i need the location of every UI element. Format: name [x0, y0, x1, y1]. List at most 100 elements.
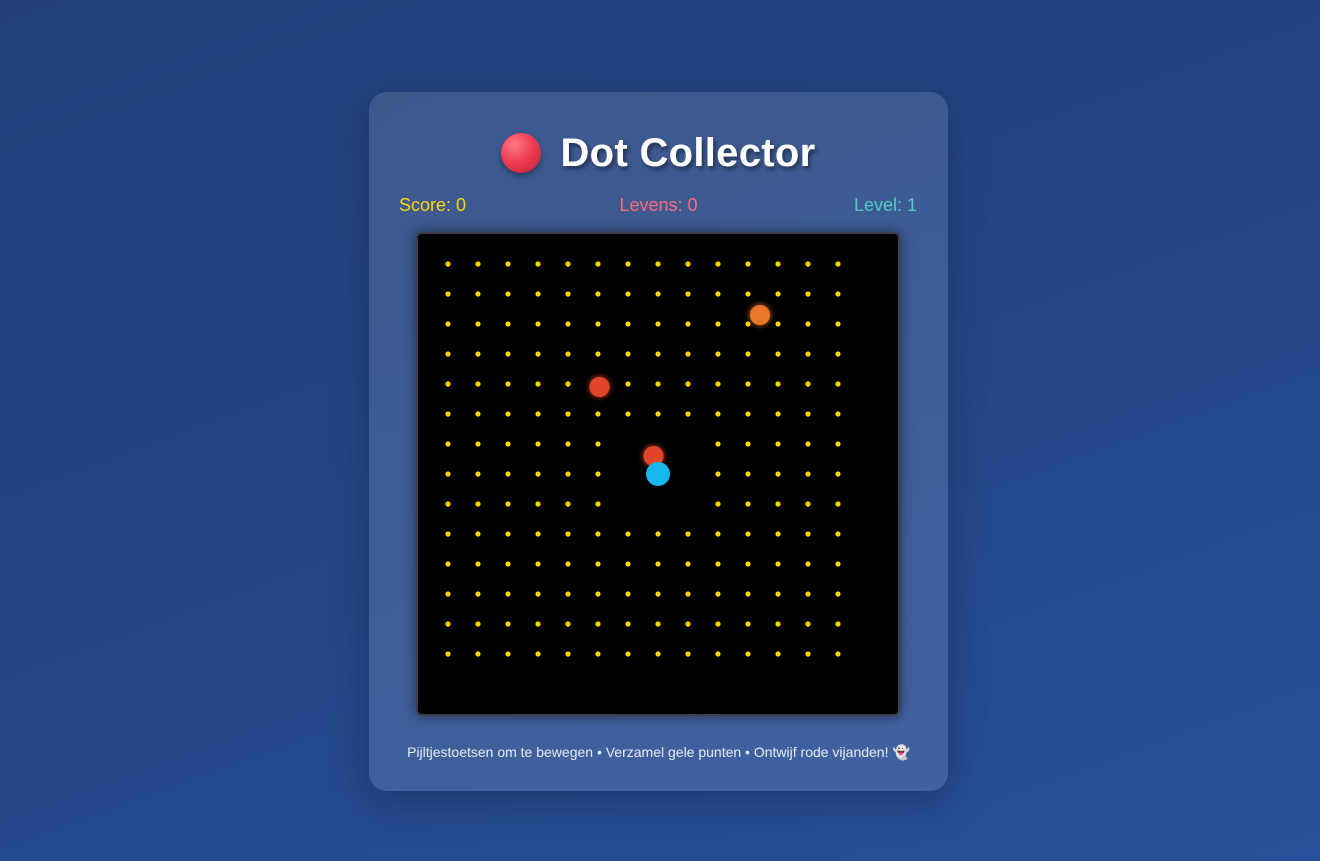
collectible-dot [535, 351, 541, 357]
collectible-dot [505, 621, 511, 627]
collectible-dot [835, 291, 841, 297]
collectible-dot [685, 261, 691, 267]
collectible-dot [505, 471, 511, 477]
collectible-dot [595, 561, 601, 567]
collectible-dot [835, 441, 841, 447]
collectible-dot [445, 591, 451, 597]
collectible-dot [475, 291, 481, 297]
collectible-dot [475, 471, 481, 477]
collectible-dot [715, 291, 721, 297]
collectible-dot [685, 351, 691, 357]
collectible-dot [475, 531, 481, 537]
collectible-dot [625, 261, 631, 267]
collectible-dot [685, 591, 691, 597]
collectible-dot [445, 471, 451, 477]
collectible-dot [685, 621, 691, 627]
collectible-dot [715, 531, 721, 537]
collectible-dot [625, 561, 631, 567]
collectible-dot [715, 261, 721, 267]
collectible-dot [505, 531, 511, 537]
collectible-dot [445, 291, 451, 297]
collectible-dot [655, 561, 661, 567]
collectible-dot [505, 591, 511, 597]
collectible-dot [685, 291, 691, 297]
player [646, 462, 670, 486]
collectible-dot [445, 501, 451, 507]
collectible-dot [745, 501, 751, 507]
collectible-dot [535, 261, 541, 267]
game-board[interactable] [416, 232, 900, 716]
collectible-dot [505, 441, 511, 447]
collectible-dot [445, 261, 451, 267]
collectible-dot [445, 411, 451, 417]
collectible-dot [835, 411, 841, 417]
collectible-dot [835, 261, 841, 267]
red-ball-icon [501, 133, 542, 173]
collectible-dot [715, 441, 721, 447]
collectible-dot [745, 471, 751, 477]
collectible-dot [445, 621, 451, 627]
collectible-dot [715, 501, 721, 507]
collectible-dot [565, 261, 571, 267]
collectible-dot [535, 321, 541, 327]
collectible-dot [715, 411, 721, 417]
collectible-dot [745, 321, 751, 327]
collectible-dot [565, 441, 571, 447]
collectible-dot [835, 591, 841, 597]
title-row: Dot Collector [369, 128, 948, 178]
collectible-dot [655, 381, 661, 387]
collectible-dot [565, 411, 571, 417]
collectible-dot [835, 351, 841, 357]
collectible-dot [565, 381, 571, 387]
collectible-dot [475, 261, 481, 267]
collectible-dot [505, 321, 511, 327]
collectible-dot [595, 531, 601, 537]
collectible-dot [715, 351, 721, 357]
collectible-dot [775, 291, 781, 297]
instructions: Pijltjestoetsen om te bewegen • Verzamel… [369, 744, 948, 761]
collectible-dot [595, 471, 601, 477]
collectible-dot [745, 621, 751, 627]
collectible-dot [835, 381, 841, 387]
collectible-dot [805, 351, 811, 357]
collectible-dot [505, 411, 511, 417]
collectible-dot [475, 381, 481, 387]
game-canvas[interactable] [418, 234, 898, 714]
collectible-dot [685, 531, 691, 537]
collectible-dot [565, 501, 571, 507]
collectible-dot [655, 351, 661, 357]
collectible-dot [685, 411, 691, 417]
collectible-dot [445, 381, 451, 387]
collectible-dot [805, 651, 811, 657]
collectible-dot [475, 651, 481, 657]
collectible-dot [445, 651, 451, 657]
collectible-dot [715, 651, 721, 657]
collectible-dot [775, 501, 781, 507]
collectible-dot [655, 651, 661, 657]
collectible-dot [805, 381, 811, 387]
enemy-red-1 [589, 377, 610, 397]
collectible-dot [535, 531, 541, 537]
collectible-dot [565, 591, 571, 597]
collectible-dot [775, 591, 781, 597]
collectible-dot [565, 651, 571, 657]
collectible-dot [745, 531, 751, 537]
collectible-dot [775, 441, 781, 447]
collectible-dot [535, 561, 541, 567]
collectible-dot [535, 651, 541, 657]
collectible-dot [745, 261, 751, 267]
collectible-dot [625, 291, 631, 297]
collectible-dot [745, 441, 751, 447]
collectible-dot [625, 411, 631, 417]
collectible-dot [565, 351, 571, 357]
collectible-dot [625, 651, 631, 657]
collectible-dot [535, 621, 541, 627]
collectible-dot [445, 561, 451, 567]
ghost-icon: 👻 [892, 744, 910, 760]
collectible-dot [595, 321, 601, 327]
collectible-dot [835, 471, 841, 477]
collectible-dot [655, 321, 661, 327]
collectible-dot [655, 261, 661, 267]
collectible-dot [715, 381, 721, 387]
instructions-text: Pijltjestoetsen om te bewegen • Verzamel… [407, 744, 889, 760]
